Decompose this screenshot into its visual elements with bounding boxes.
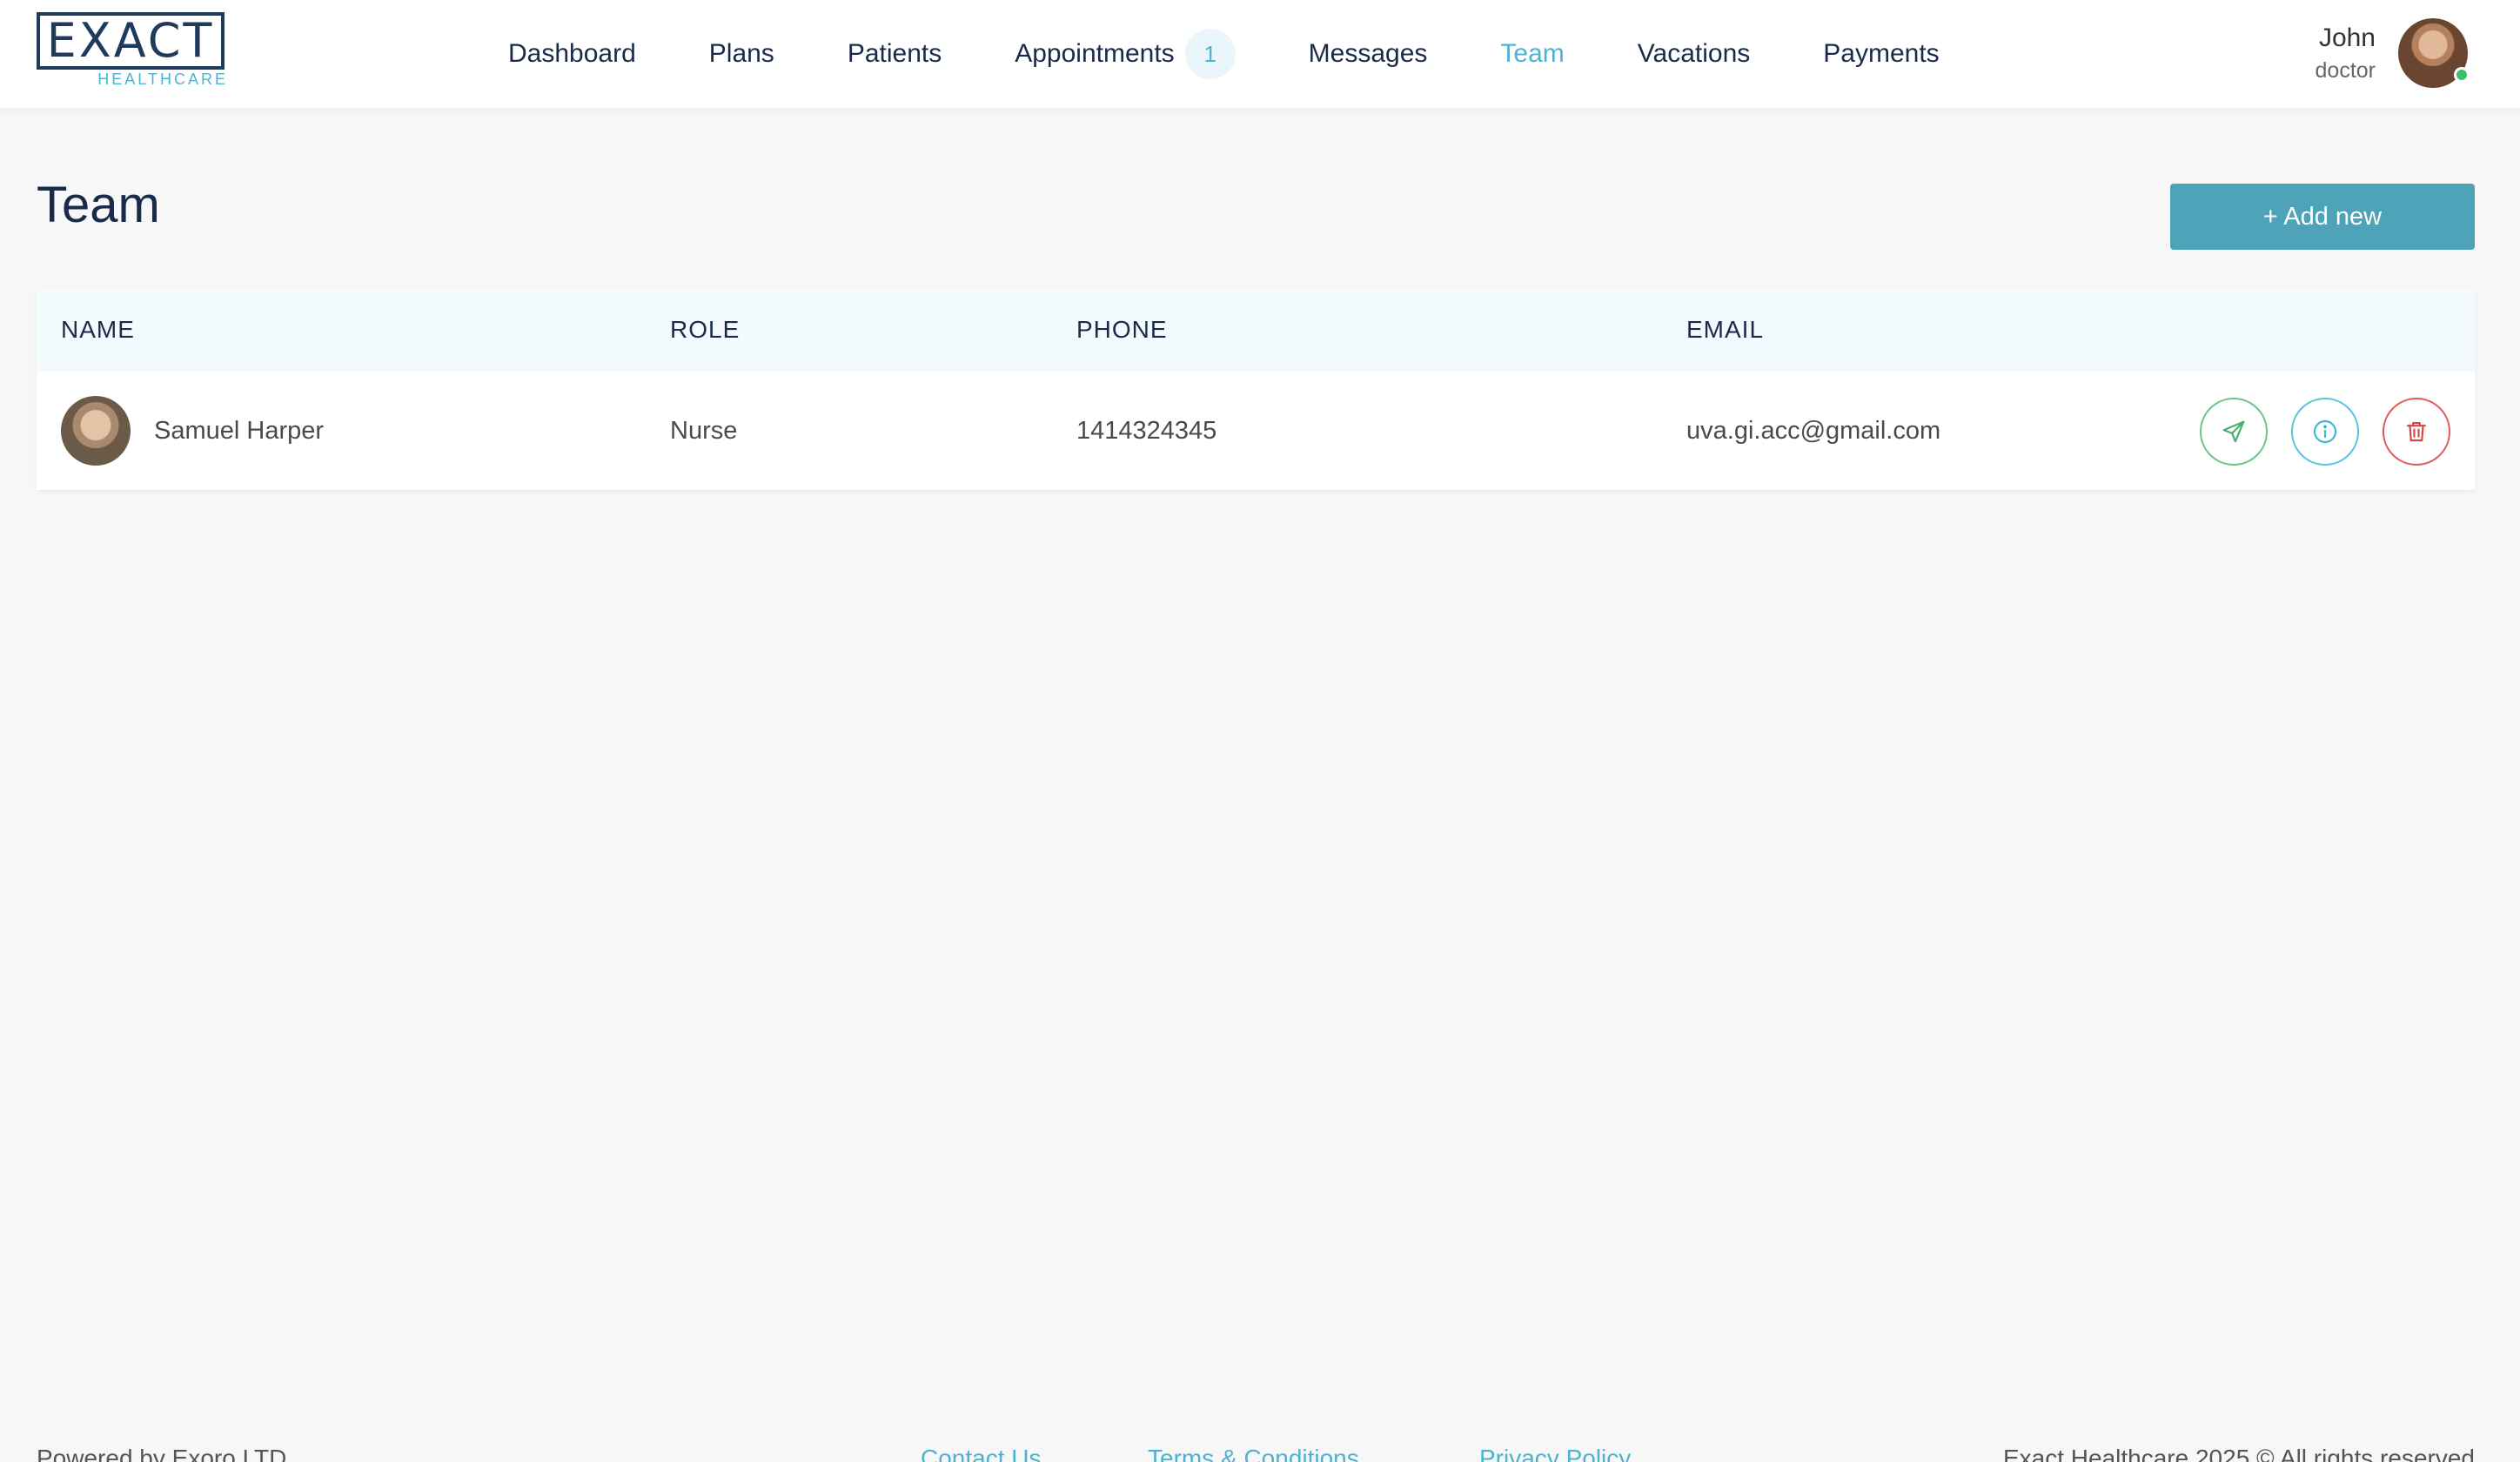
- send-message-button[interactable]: [2200, 398, 2268, 466]
- delete-button[interactable]: [2383, 398, 2450, 466]
- user-avatar[interactable]: [2398, 18, 2470, 88]
- member-avatar: [61, 396, 131, 466]
- nav-payments[interactable]: Payments: [1823, 39, 1939, 69]
- logo-text: EXACT: [37, 12, 225, 70]
- send-icon: [2222, 420, 2245, 443]
- info-icon: [2313, 419, 2337, 444]
- logo-subtext: HEALTHCARE: [94, 70, 228, 89]
- info-button[interactable]: [2291, 398, 2359, 466]
- member-phone: 1414324345: [1076, 417, 1217, 445]
- top-navbar: EXACT HEALTHCARE Dashboard Plans Patient…: [0, 0, 2520, 108]
- footer-powered-by: Powered by Exoro LTD: [37, 1445, 287, 1462]
- footer-link-terms[interactable]: Terms & Conditions: [1148, 1445, 1359, 1462]
- nav-patients[interactable]: Patients: [848, 39, 942, 69]
- user-menu[interactable]: John doctor: [2316, 14, 2470, 92]
- nav-messages[interactable]: Messages: [1309, 39, 1428, 69]
- footer-copyright: Exact Healthcare 2025 © All rights reser…: [2002, 1445, 2475, 1462]
- nav-team[interactable]: Team: [1500, 39, 1564, 69]
- member-name: Samuel Harper: [154, 417, 325, 445]
- team-table: NAME ROLE PHONE EMAIL Samuel Harper Nurs…: [37, 288, 2475, 490]
- logo[interactable]: EXACT HEALTHCARE: [37, 12, 228, 91]
- appointments-count-badge: 1: [1184, 29, 1236, 79]
- footer-link-contact[interactable]: Contact Us: [921, 1445, 1042, 1462]
- page-title: Team: [37, 177, 160, 233]
- nav-plans[interactable]: Plans: [709, 39, 774, 69]
- member-email: uva.gi.acc@gmail.com: [1686, 417, 1941, 445]
- main-nav: Dashboard Plans Patients Appointments 1 …: [508, 0, 2013, 108]
- column-header-role[interactable]: ROLE: [670, 288, 740, 372]
- column-header-phone[interactable]: PHONE: [1076, 288, 1168, 372]
- table-header: NAME ROLE PHONE EMAIL: [37, 288, 2475, 372]
- user-info: John doctor: [2316, 21, 2376, 85]
- nav-appointments[interactable]: Appointments 1: [1015, 29, 1236, 79]
- nav-vacations[interactable]: Vacations: [1638, 39, 1751, 69]
- user-name: John: [2318, 23, 2376, 52]
- user-role: doctor: [2315, 58, 2376, 83]
- add-new-button[interactable]: + Add new: [2170, 184, 2475, 250]
- table-row[interactable]: Samuel Harper Nurse 1414324345 uva.gi.ac…: [37, 372, 2475, 490]
- column-header-email[interactable]: EMAIL: [1686, 288, 1764, 372]
- footer-link-privacy[interactable]: Privacy Policy: [1479, 1445, 1631, 1462]
- nav-appointments-label: Appointments: [1015, 39, 1175, 68]
- online-status-dot: [2454, 67, 2470, 83]
- trash-icon: [2406, 421, 2427, 442]
- nav-dashboard[interactable]: Dashboard: [508, 39, 636, 69]
- column-header-name[interactable]: NAME: [61, 288, 135, 372]
- member-role: Nurse: [670, 417, 738, 445]
